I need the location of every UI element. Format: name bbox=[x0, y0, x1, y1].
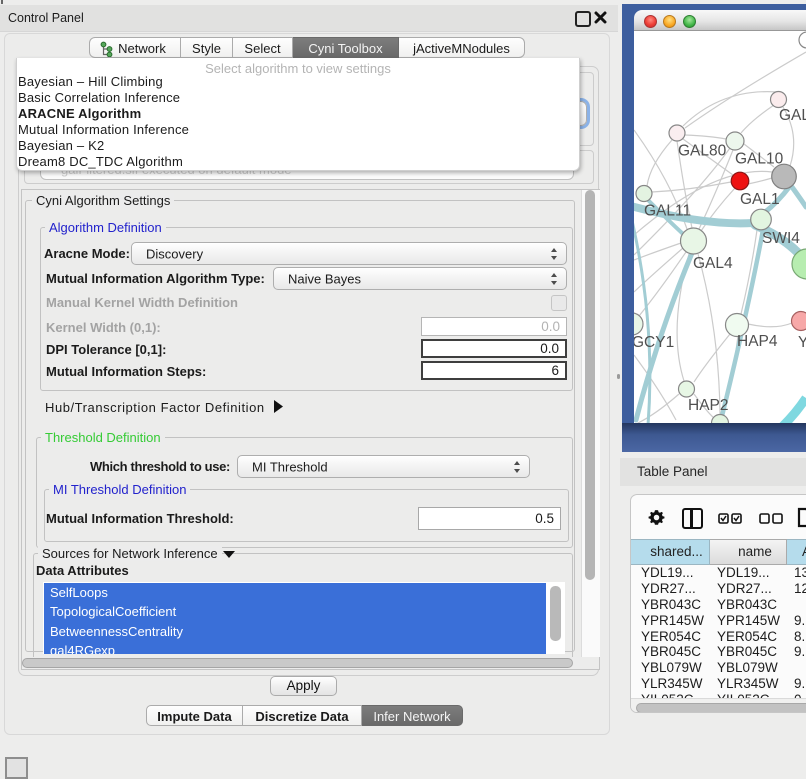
svg-text:GAL2: GAL2 bbox=[779, 107, 806, 124]
svg-text:Y: Y bbox=[798, 334, 806, 351]
svg-text:HAP2: HAP2 bbox=[688, 397, 729, 414]
svg-text:GCY1: GCY1 bbox=[634, 334, 674, 351]
svg-text:GAL11: GAL11 bbox=[644, 203, 691, 220]
svg-text:SWI4: SWI4 bbox=[762, 230, 800, 247]
svg-text:GAL1: GAL1 bbox=[740, 191, 780, 208]
svg-text:GAL80: GAL80 bbox=[678, 143, 727, 160]
svg-text:HAP4: HAP4 bbox=[737, 333, 778, 350]
svg-text:GAL4: GAL4 bbox=[693, 255, 733, 272]
svg-text:GAL10: GAL10 bbox=[735, 151, 784, 168]
